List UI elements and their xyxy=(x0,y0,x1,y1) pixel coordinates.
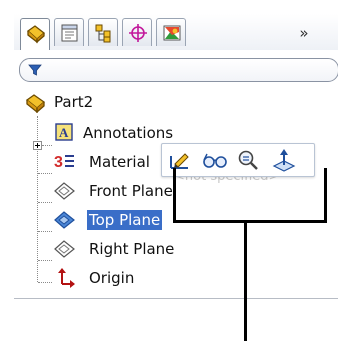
plane-icon xyxy=(54,211,75,229)
more-tabs-button[interactable]: » xyxy=(294,23,314,43)
tab-property-manager[interactable] xyxy=(54,18,84,46)
tree-item-label: Top Plane xyxy=(87,210,163,230)
tree-item-label: Right Plane xyxy=(89,240,175,258)
configuration-manager-icon xyxy=(95,24,111,43)
tree-item-right-plane[interactable]: Right Plane xyxy=(14,237,338,261)
panel-tab-strip: » xyxy=(14,14,338,50)
tab-feature-manager[interactable] xyxy=(20,18,50,50)
material-icon: 3 xyxy=(54,154,74,171)
svg-text:A: A xyxy=(59,125,69,140)
plane-icon xyxy=(54,240,75,258)
tree-filter-bar[interactable] xyxy=(19,58,338,82)
tree-connector xyxy=(42,145,52,146)
tree-item-label: Front Plane xyxy=(89,182,173,200)
tree-root-label: Part2 xyxy=(54,93,94,111)
tab-display-manager[interactable] xyxy=(156,18,186,46)
dimxpert-manager-icon xyxy=(129,24,147,42)
display-manager-icon xyxy=(163,25,181,41)
callout-bracket xyxy=(173,168,327,223)
feature-manager-tree-icon xyxy=(26,25,46,44)
origin-icon xyxy=(58,268,75,288)
plane-icon xyxy=(54,182,75,200)
annotations-icon: A xyxy=(55,123,73,141)
tree-item-label: Origin xyxy=(89,269,135,287)
svg-text:3: 3 xyxy=(54,154,63,171)
property-manager-icon xyxy=(61,24,78,42)
panel-bottom-border xyxy=(14,298,338,299)
callout-leader-line xyxy=(244,223,247,341)
tree-item-origin[interactable]: Origin xyxy=(14,266,338,290)
tree-root-part[interactable]: Part2 xyxy=(14,90,338,114)
tab-dimxpert-manager[interactable] xyxy=(122,18,152,46)
part-icon xyxy=(25,94,46,113)
tree-item-label: Material xyxy=(89,153,150,171)
tab-configuration-manager[interactable] xyxy=(88,18,118,46)
tree-item-label: Annotations xyxy=(83,124,174,142)
tree-item-annotations[interactable]: A Annotations xyxy=(14,121,338,145)
filter-funnel-icon xyxy=(28,64,42,76)
